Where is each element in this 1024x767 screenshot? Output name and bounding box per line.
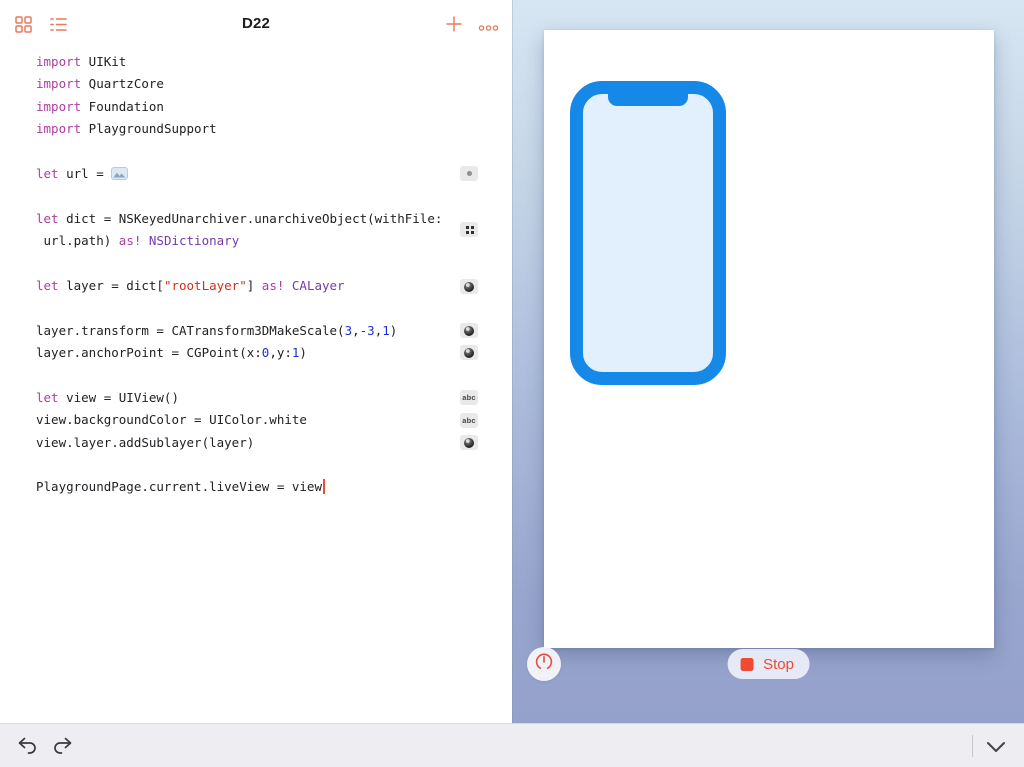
accessory-divider [972,735,973,757]
code-line[interactable]: import PlaygroundSupport [36,118,468,140]
code-line[interactable]: let dict = NSKeyedUnarchiver.unarchiveOb… [36,208,468,230]
code-line[interactable] [36,141,468,163]
code-line[interactable] [36,297,468,319]
code-line[interactable] [36,253,468,275]
editor-toolbar: D22 [0,0,512,48]
code-editor[interactable]: import UIKitimport QuartzCoreimport Foun… [36,51,468,499]
result-badge-sphere[interactable] [460,435,478,450]
code-line[interactable]: url.path) as! NSDictionary [36,230,468,252]
image-literal-icon[interactable] [111,165,128,187]
live-view-pane: Stop [512,0,1024,723]
code-line[interactable]: PlaygroundPage.current.liveView = view [36,476,468,498]
page-title: D22 [0,15,512,32]
code-line[interactable]: let url = [36,163,468,185]
result-badge-abc[interactable]: abc [460,413,478,428]
phone-notch [608,93,688,106]
code-line[interactable]: let layer = dict["rootLayer"] as! CALaye… [36,275,468,297]
playgrounds-window: D22 import UIKitimport QuartzCoreimport … [0,0,1024,767]
source-editor-pane: D22 import UIKitimport QuartzCoreimport … [0,0,512,723]
code-line[interactable]: layer.anchorPoint = CGPoint(x:0,y:1) [36,342,468,364]
more-icon[interactable] [478,19,499,37]
stop-square-icon [740,658,753,671]
live-view-canvas [544,30,994,648]
result-badge-grid[interactable] [460,222,478,237]
result-badge-sphere[interactable] [460,323,478,338]
code-line[interactable]: let view = UIView() [36,387,468,409]
code-line[interactable]: layer.transform = CATransform3DMakeScale… [36,320,468,342]
code-line[interactable]: import UIKit [36,51,468,73]
stop-button-label: Stop [763,656,794,673]
code-line[interactable] [36,454,468,476]
code-line[interactable]: import Foundation [36,96,468,118]
phone-outline-drawing [570,81,726,385]
stop-button[interactable]: Stop [727,649,810,679]
undo-icon[interactable] [17,737,38,760]
result-badge-dot[interactable] [460,166,478,181]
add-icon[interactable] [446,16,462,37]
text-cursor [323,479,325,494]
code-line[interactable] [36,364,468,386]
chevron-down-icon[interactable] [986,740,1006,758]
result-badge-sphere[interactable] [460,345,478,360]
code-line[interactable]: import QuartzCore [36,73,468,95]
result-badge-sphere[interactable] [460,279,478,294]
code-line[interactable]: view.layer.addSublayer(layer) [36,432,468,454]
result-badge-abc[interactable]: abc [460,390,478,405]
redo-icon[interactable] [52,737,73,760]
code-line[interactable] [36,185,468,207]
keyboard-accessory-bar [0,723,1024,767]
code-line[interactable]: view.backgroundColor = UIColor.white [36,409,468,431]
timer-gauge-icon [534,652,554,677]
timer-gauge-button[interactable] [527,647,561,681]
